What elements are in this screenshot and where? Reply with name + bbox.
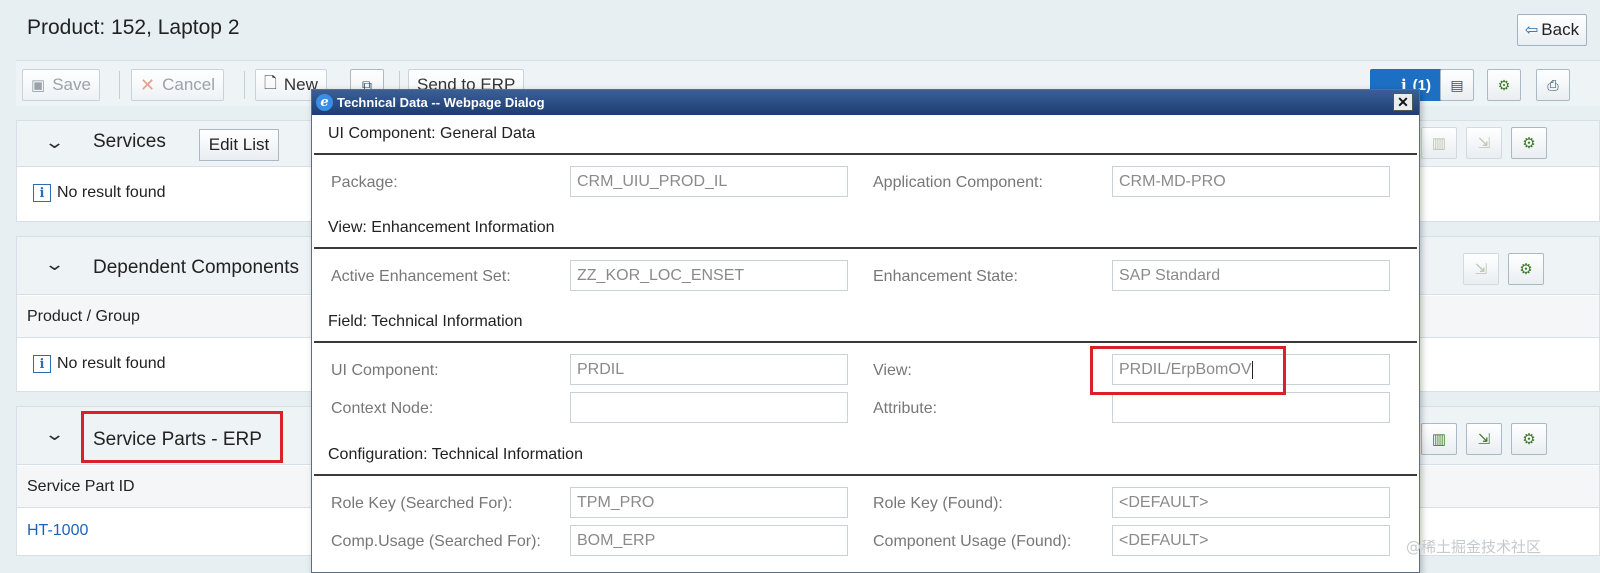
section-divider bbox=[314, 474, 1417, 476]
component-usage-found-label: Component Usage (Found): bbox=[873, 533, 1072, 550]
dependent-actions: ⇲ ⚙ bbox=[1463, 253, 1544, 285]
package-field[interactable]: CRM_UIU_PROD_IL bbox=[570, 166, 848, 197]
toolbar-divider bbox=[119, 71, 120, 99]
cancel-label: Cancel bbox=[162, 75, 216, 94]
export-icon: ⇲ bbox=[1477, 431, 1491, 448]
personalize-block-button[interactable]: ⚙ bbox=[1511, 127, 1547, 159]
chart-button[interactable]: ▥ bbox=[1421, 127, 1457, 159]
view-label: View: bbox=[873, 362, 912, 379]
toolbar-divider bbox=[244, 71, 245, 99]
export-button[interactable]: ⇲ bbox=[1463, 253, 1499, 285]
role-key-searched-field[interactable]: TPM_PRO bbox=[570, 487, 848, 518]
attribute-field[interactable] bbox=[1112, 392, 1390, 423]
highlight-box-service-parts bbox=[81, 411, 283, 463]
print-button[interactable]: ⎙ bbox=[1536, 69, 1570, 101]
cancel-button[interactable]: ✕ Cancel bbox=[131, 69, 225, 101]
ui-component-field[interactable]: PRDIL bbox=[570, 354, 848, 385]
enhancement-set-label: Active Enhancement Set: bbox=[331, 268, 511, 285]
dependent-title: Dependent Components bbox=[93, 257, 299, 278]
section-divider bbox=[314, 247, 1417, 249]
ui-component-label: UI Component: bbox=[331, 362, 439, 379]
close-icon: ✕ bbox=[1397, 94, 1409, 110]
role-key-searched-label: Role Key (Searched For): bbox=[331, 495, 513, 512]
close-button[interactable]: ✕ bbox=[1393, 93, 1413, 111]
application-component-field[interactable]: CRM-MD-PRO bbox=[1112, 166, 1390, 197]
collapse-chevron-icon[interactable]: ⌄ bbox=[44, 254, 65, 275]
highlight-box-view bbox=[1090, 346, 1286, 395]
section-title-general: UI Component: General Data bbox=[328, 125, 536, 142]
chart-button[interactable]: ▥ bbox=[1421, 423, 1457, 455]
section-title-enhancement: View: Enhancement Information bbox=[328, 219, 555, 236]
dialog-title: Technical Data -- Webpage Dialog bbox=[337, 95, 545, 110]
comp-usage-searched-label: Comp.Usage (Searched For): bbox=[331, 533, 541, 550]
page-title: Product: 152, Laptop 2 bbox=[27, 16, 240, 39]
services-message-text: No result found bbox=[57, 184, 166, 201]
section-title-configuration: Configuration: Technical Information bbox=[328, 446, 583, 463]
export-button[interactable]: ⇲ bbox=[1466, 423, 1502, 455]
context-node-field[interactable] bbox=[570, 392, 848, 423]
personalize-icon: ⚙ bbox=[1522, 431, 1536, 448]
role-key-found-field[interactable]: <DEFAULT> bbox=[1112, 487, 1390, 518]
dependent-message-text: No result found bbox=[57, 355, 166, 372]
package-label: Package: bbox=[331, 174, 398, 191]
technical-data-dialog: e Technical Data -- Webpage Dialog ✕ UI … bbox=[311, 89, 1420, 573]
personalize-icon: ⚙ bbox=[1519, 261, 1533, 278]
section-divider bbox=[314, 341, 1417, 343]
watermark: @稀土掘金技术社区 bbox=[1406, 538, 1542, 556]
comp-usage-searched-field[interactable]: BOM_ERP bbox=[570, 525, 848, 556]
services-message: i No result found bbox=[33, 184, 166, 202]
info-icon: i bbox=[33, 355, 51, 373]
save-label: Save bbox=[52, 75, 91, 94]
component-usage-found-field[interactable]: <DEFAULT> bbox=[1112, 525, 1390, 556]
document-button[interactable]: ▤ bbox=[1440, 69, 1474, 101]
service-part-link[interactable]: HT-1000 bbox=[27, 522, 88, 540]
attribute-label: Attribute: bbox=[873, 400, 938, 417]
save-button[interactable]: ▣ Save bbox=[22, 69, 100, 101]
export-icon: ⇲ bbox=[1477, 135, 1491, 152]
collapse-chevron-icon[interactable]: ⌄ bbox=[44, 424, 65, 445]
application-component-label: Application Component: bbox=[873, 174, 1043, 191]
dialog-titlebar: e Technical Data -- Webpage Dialog ✕ bbox=[312, 90, 1419, 115]
save-icon: ▣ bbox=[31, 77, 46, 94]
personalize-icon: ⚙ bbox=[1497, 76, 1511, 93]
services-title: Services bbox=[93, 131, 166, 152]
print-icon: ⎙ bbox=[1547, 76, 1559, 93]
context-node-label: Context Node: bbox=[331, 400, 434, 417]
back-label: Back bbox=[1541, 20, 1580, 39]
enhancement-set-field[interactable]: ZZ_KOR_LOC_ENSET bbox=[570, 260, 848, 291]
role-key-found-label: Role Key (Found): bbox=[873, 495, 1003, 512]
ie-icon: e bbox=[316, 94, 333, 111]
new-document-icon: 🗋 bbox=[264, 74, 277, 92]
services-actions: ▥ ⇲ ⚙ bbox=[1421, 127, 1547, 159]
section-divider bbox=[314, 153, 1417, 155]
service-parts-actions: ▥ ⇲ ⚙ bbox=[1421, 423, 1547, 455]
enhancement-state-label: Enhancement State: bbox=[873, 268, 1018, 285]
personalize-icon: ⚙ bbox=[1522, 135, 1536, 152]
collapse-chevron-icon[interactable]: ⌄ bbox=[44, 132, 65, 153]
personalize-block-button[interactable]: ⚙ bbox=[1511, 423, 1547, 455]
back-button[interactable]: ⇦ Back bbox=[1517, 14, 1587, 46]
export-button[interactable]: ⇲ bbox=[1466, 127, 1502, 159]
export-icon: ⇲ bbox=[1474, 261, 1488, 278]
chart-icon: ▥ bbox=[1431, 431, 1447, 448]
back-arrow-icon: ⇦ bbox=[1524, 22, 1539, 39]
edit-list-button[interactable]: Edit List bbox=[199, 129, 279, 161]
personalize-block-button[interactable]: ⚙ bbox=[1508, 253, 1544, 285]
enhancement-state-field[interactable]: SAP Standard bbox=[1112, 260, 1390, 291]
chart-icon: ▥ bbox=[1431, 135, 1447, 152]
cancel-icon: ✕ bbox=[140, 74, 156, 95]
personalize-button[interactable]: ⚙ bbox=[1487, 69, 1521, 101]
section-title-field: Field: Technical Information bbox=[328, 313, 523, 330]
dependent-message: i No result found bbox=[33, 355, 166, 373]
info-icon: i bbox=[33, 184, 51, 202]
document-icon: ▤ bbox=[1450, 76, 1464, 93]
